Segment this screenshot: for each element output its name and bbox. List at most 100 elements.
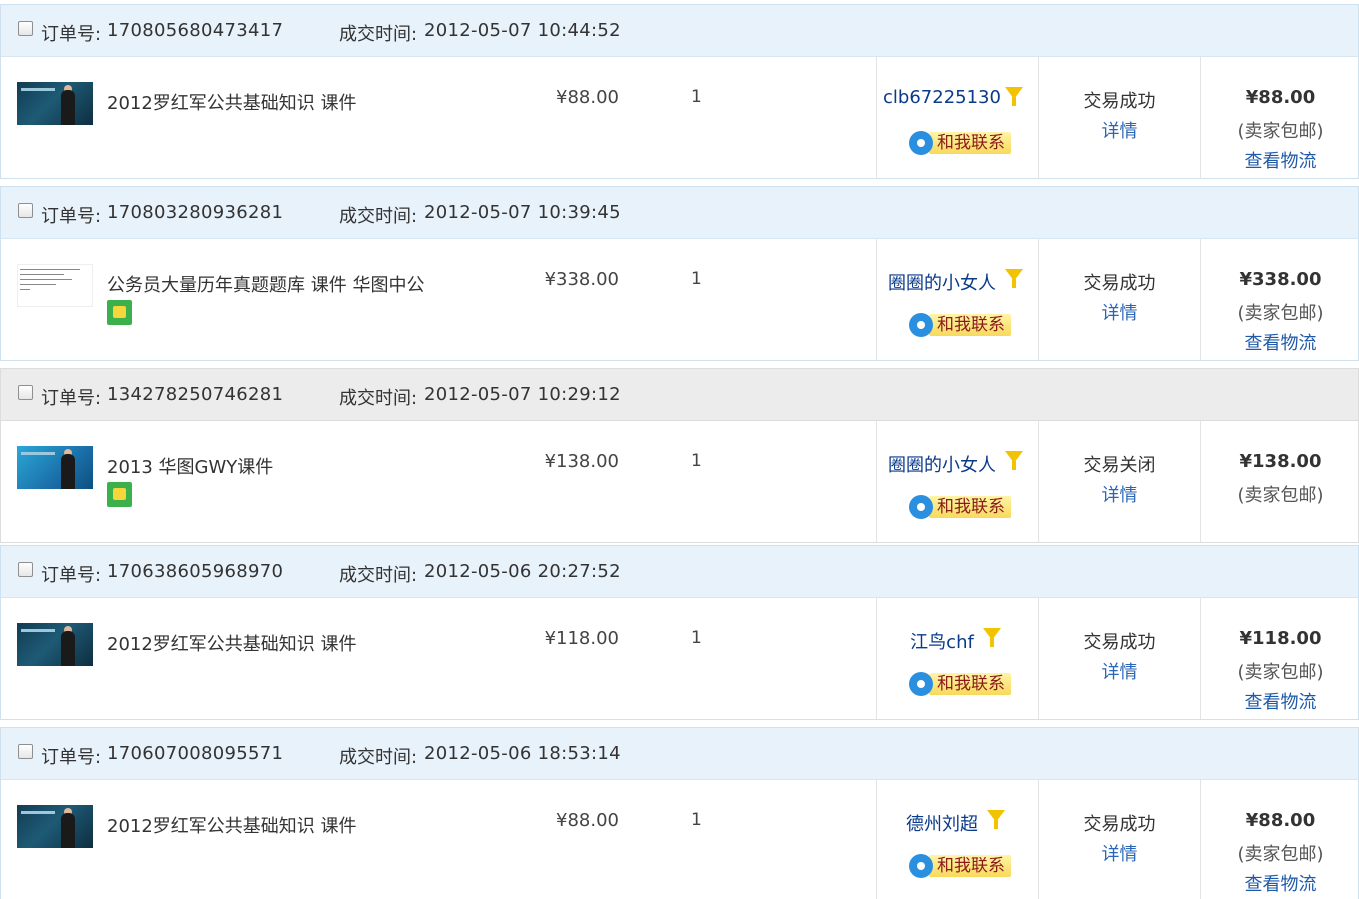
status-column: 交易成功 详情 xyxy=(1038,239,1200,360)
order-number: 134278250746281 xyxy=(107,384,284,405)
contact-me-button[interactable]: 和我联系 xyxy=(909,495,1011,519)
order-card: 订单号: 170607008095571 成交时间: 2012-05-06 18… xyxy=(0,727,1359,899)
order-select-checkbox[interactable] xyxy=(18,385,33,400)
order-header: 订单号: 170805680473417 成交时间: 2012-05-07 10… xyxy=(1,5,1358,57)
guarantee-badge-icon xyxy=(107,482,132,507)
order-total: ¥138.00 xyxy=(1239,451,1322,472)
quantity: 1 xyxy=(691,810,702,830)
order-card: 订单号: 170638605968970 成交时间: 2012-05-06 20… xyxy=(0,545,1359,720)
deal-time-label: 成交时间: xyxy=(339,206,418,227)
order-number-label: 订单号: xyxy=(41,747,102,768)
seller-column: 江鸟chf 和我联系 xyxy=(876,598,1038,719)
order-select-checkbox[interactable] xyxy=(18,562,33,577)
product-title-link[interactable]: 2013 华图GWY课件 xyxy=(107,453,273,479)
deal-time: 2012-05-07 10:29:12 xyxy=(424,384,621,405)
order-body: 2012罗红军公共基础知识 课件 ¥88.00 1 clb67225130 和我… xyxy=(1,57,1358,178)
product-title-link[interactable]: 2012罗红军公共基础知识 课件 xyxy=(107,630,357,656)
view-logistics-link[interactable]: 查看物流 xyxy=(1201,870,1359,896)
order-list: 订单号: 170805680473417 成交时间: 2012-05-07 10… xyxy=(0,0,1359,899)
seller-column: 圈圈的小女人 和我联系 xyxy=(876,239,1038,360)
filter-icon[interactable] xyxy=(987,810,1005,829)
order-total: ¥88.00 xyxy=(1245,87,1316,108)
order-number-label: 订单号: xyxy=(41,206,102,227)
seller-name-link[interactable]: 圈圈的小女人 xyxy=(877,269,1007,295)
deal-time: 2012-05-07 10:39:45 xyxy=(424,202,621,223)
shipping-note: (卖家包邮) xyxy=(1237,121,1324,142)
order-select-checkbox[interactable] xyxy=(18,21,33,36)
order-header: 订单号: 134278250746281 成交时间: 2012-05-07 10… xyxy=(1,369,1358,421)
chat-bubble-icon xyxy=(909,672,933,696)
quantity: 1 xyxy=(691,269,702,289)
order-detail-link[interactable]: 详情 xyxy=(1039,840,1200,866)
trade-status: 交易关闭 xyxy=(1083,455,1156,476)
contact-me-button[interactable]: 和我联系 xyxy=(909,131,1011,155)
deal-time: 2012-05-06 18:53:14 xyxy=(424,743,621,764)
product-thumbnail[interactable] xyxy=(17,82,93,125)
contact-me-button[interactable]: 和我联系 xyxy=(909,313,1011,337)
deal-time-label: 成交时间: xyxy=(339,24,418,45)
view-logistics-link[interactable]: 查看物流 xyxy=(1201,688,1359,714)
deal-time-label: 成交时间: xyxy=(339,747,418,768)
filter-icon[interactable] xyxy=(1005,87,1023,106)
product-title-link[interactable]: 2012罗红军公共基础知识 课件 xyxy=(107,812,357,838)
seller-name-link[interactable]: 圈圈的小女人 xyxy=(877,451,1007,477)
status-column: 交易关闭 详情 xyxy=(1038,421,1200,542)
filter-icon[interactable] xyxy=(1005,269,1023,288)
order-select-checkbox[interactable] xyxy=(18,203,33,218)
unit-price: ¥118.00 xyxy=(544,628,619,649)
order-header: 订单号: 170803280936281 成交时间: 2012-05-07 10… xyxy=(1,187,1358,239)
chat-bubble-icon xyxy=(909,313,933,337)
order-total: ¥338.00 xyxy=(1239,269,1322,290)
order-body: 公务员大量历年真题题库 课件 华图中公 ¥338.00 1 圈圈的小女人 和我联… xyxy=(1,239,1358,360)
order-number-label: 订单号: xyxy=(41,565,102,586)
deal-time-label: 成交时间: xyxy=(339,565,418,586)
deal-time-label: 成交时间: xyxy=(339,388,418,409)
order-detail-link[interactable]: 详情 xyxy=(1039,299,1200,325)
seller-column: 德州刘超 和我联系 xyxy=(876,780,1038,899)
order-number-label: 订单号: xyxy=(41,388,102,409)
deal-time: 2012-05-07 10:44:52 xyxy=(424,20,621,41)
trade-status: 交易成功 xyxy=(1083,632,1156,653)
contact-me-label: 和我联系 xyxy=(929,855,1011,877)
filter-icon[interactable] xyxy=(983,628,1001,647)
product-thumbnail[interactable] xyxy=(17,264,93,307)
shipping-note: (卖家包邮) xyxy=(1237,303,1324,324)
order-select-checkbox[interactable] xyxy=(18,744,33,759)
order-number: 170607008095571 xyxy=(107,743,284,764)
seller-column: 圈圈的小女人 和我联系 xyxy=(876,421,1038,542)
total-column: ¥138.00 (卖家包邮) xyxy=(1200,421,1359,542)
order-detail-link[interactable]: 详情 xyxy=(1039,658,1200,684)
order-detail-link[interactable]: 详情 xyxy=(1039,481,1200,507)
status-column: 交易成功 详情 xyxy=(1038,598,1200,719)
view-logistics-link[interactable]: 查看物流 xyxy=(1201,329,1359,355)
trade-status: 交易成功 xyxy=(1083,273,1156,294)
trade-status: 交易成功 xyxy=(1083,91,1156,112)
order-detail-link[interactable]: 详情 xyxy=(1039,117,1200,143)
filter-icon[interactable] xyxy=(1005,451,1023,470)
contact-me-label: 和我联系 xyxy=(929,132,1011,154)
order-card: 订单号: 170803280936281 成交时间: 2012-05-07 10… xyxy=(0,186,1359,361)
product-thumbnail[interactable] xyxy=(17,623,93,666)
unit-price: ¥88.00 xyxy=(556,810,619,831)
total-column: ¥88.00 (卖家包邮) 查看物流 xyxy=(1200,780,1359,899)
seller-column: clb67225130 和我联系 xyxy=(876,57,1038,178)
product-title-link[interactable]: 2012罗红军公共基础知识 课件 xyxy=(107,89,357,115)
chat-bubble-icon xyxy=(909,495,933,519)
order-header: 订单号: 170607008095571 成交时间: 2012-05-06 18… xyxy=(1,728,1358,780)
contact-me-label: 和我联系 xyxy=(929,496,1011,518)
view-logistics-link[interactable]: 查看物流 xyxy=(1201,147,1359,173)
order-number: 170803280936281 xyxy=(107,202,284,223)
product-thumbnail[interactable] xyxy=(17,446,93,489)
chat-bubble-icon xyxy=(909,131,933,155)
order-number-label: 订单号: xyxy=(41,24,102,45)
total-column: ¥338.00 (卖家包邮) 查看物流 xyxy=(1200,239,1359,360)
product-title-link[interactable]: 公务员大量历年真题题库 课件 华图中公 xyxy=(107,271,424,297)
seller-name-link[interactable]: clb67225130 xyxy=(877,87,1007,108)
contact-me-button[interactable]: 和我联系 xyxy=(909,854,1011,878)
order-body: 2012罗红军公共基础知识 课件 ¥88.00 1 德州刘超 和我联系 交易成功… xyxy=(1,780,1358,899)
shipping-note: (卖家包邮) xyxy=(1237,485,1324,506)
order-number: 170805680473417 xyxy=(107,20,284,41)
contact-me-button[interactable]: 和我联系 xyxy=(909,672,1011,696)
product-thumbnail[interactable] xyxy=(17,805,93,848)
unit-price: ¥338.00 xyxy=(544,269,619,290)
